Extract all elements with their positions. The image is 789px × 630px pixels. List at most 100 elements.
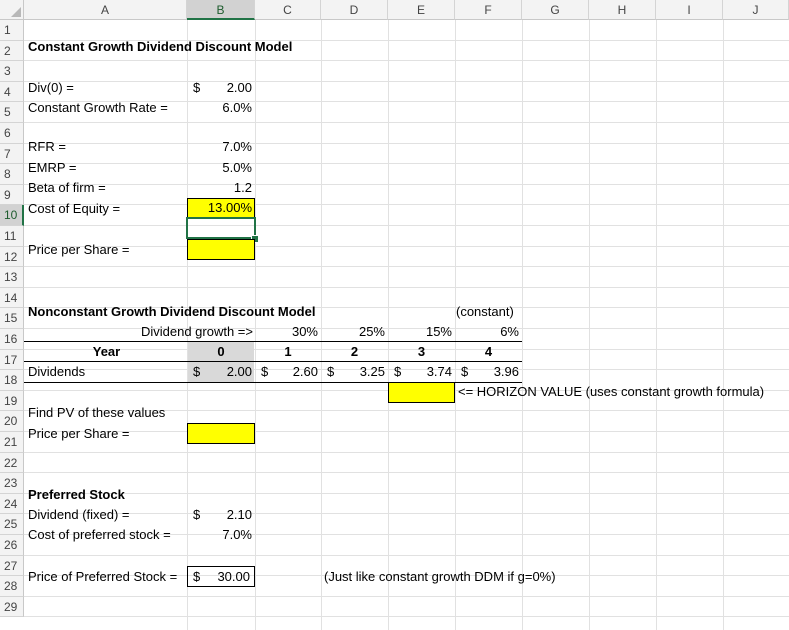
gridline	[255, 20, 256, 630]
pref-div-label[interactable]: Dividend (fixed) =	[28, 505, 130, 525]
constant-note[interactable]: (constant)	[456, 302, 514, 322]
row-header-29[interactable]: 29	[0, 596, 24, 618]
row-header-26[interactable]: 26	[0, 535, 24, 556]
dividend-growth-label[interactable]: Dividend growth =>	[60, 322, 253, 342]
row-header-2[interactable]: 2	[0, 40, 24, 62]
row-header-24[interactable]: 24	[0, 493, 24, 515]
pref-price-label[interactable]: Price of Preferred Stock =	[28, 567, 177, 587]
beta-label[interactable]: Beta of firm =	[28, 178, 106, 198]
nonconstant-title[interactable]: Nonconstant Growth Dividend Discount Mod…	[28, 302, 315, 322]
growth-rate-d[interactable]: 25%	[324, 322, 385, 342]
gridline	[24, 183, 789, 185]
beta-value[interactable]: 1.2	[200, 178, 252, 198]
row-header-13[interactable]: 13	[0, 267, 24, 288]
gridline	[388, 20, 389, 630]
price-per-share-cell-2[interactable]	[187, 423, 255, 444]
column-header-j[interactable]: J	[723, 0, 789, 20]
year-3[interactable]: 3	[388, 342, 455, 362]
dividend-2[interactable]: 3.25	[347, 362, 385, 382]
row-header-15[interactable]: 15	[0, 308, 24, 329]
growth-rate-c[interactable]: 30%	[258, 322, 318, 342]
row-header-5[interactable]: 5	[0, 102, 24, 123]
gridline	[24, 204, 789, 206]
year-1[interactable]: 1	[255, 342, 321, 362]
dividend-1[interactable]: 2.60	[280, 362, 318, 382]
div0-value[interactable]: 2.00	[216, 78, 252, 98]
row-header-21[interactable]: 21	[0, 432, 24, 453]
gridline	[522, 20, 523, 630]
gridline	[24, 451, 789, 453]
row-header-19[interactable]: 19	[0, 390, 24, 412]
gridline	[24, 472, 789, 474]
pref-cost-value[interactable]: 7.0%	[200, 525, 252, 545]
dividend-4[interactable]: 3.96	[481, 362, 519, 382]
growth-value[interactable]: 6.0%	[200, 98, 252, 118]
column-header-h[interactable]: H	[589, 0, 656, 20]
row-header-8[interactable]: 8	[0, 164, 24, 185]
active-cell-b10[interactable]	[186, 217, 256, 239]
year-label[interactable]: Year	[28, 342, 185, 362]
dividend-0[interactable]: 2.00	[216, 362, 252, 382]
row-header-1[interactable]: 1	[0, 20, 24, 41]
row-header-12[interactable]: 12	[0, 246, 24, 268]
emrp-value[interactable]: 5.0%	[200, 158, 252, 178]
find-pv-label[interactable]: Find PV of these values	[28, 403, 165, 423]
dividends-label[interactable]: Dividends	[28, 362, 85, 382]
year-0[interactable]: 0	[187, 342, 255, 362]
pref-note[interactable]: (Just like constant growth DDM if g=0%)	[324, 567, 556, 587]
horizon-note[interactable]: <= HORIZON VALUE (uses constant growth f…	[458, 382, 764, 402]
spreadsheet-grid[interactable]: A B C D E F G H I J 1 2 3 4 5 6 7 8 9 10 11 12 13 14 1…	[0, 0, 789, 630]
gridline	[24, 554, 789, 556]
horizon-value-cell[interactable]	[388, 382, 455, 403]
column-header-d[interactable]: D	[321, 0, 388, 20]
row-header-20[interactable]: 20	[0, 411, 24, 432]
row-header-17[interactable]: 17	[0, 349, 24, 371]
pref-cost-label[interactable]: Cost of preferred stock =	[28, 525, 171, 545]
coe-label[interactable]: Cost of Equity =	[28, 199, 120, 219]
growth-rate-e[interactable]: 15%	[391, 322, 452, 342]
pref-price-value[interactable]: 30.00	[210, 567, 250, 587]
gridline	[24, 616, 789, 618]
column-header-e[interactable]: E	[388, 0, 455, 20]
row-header-9[interactable]: 9	[0, 184, 24, 206]
row-header-22[interactable]: 22	[0, 452, 24, 474]
column-header-f[interactable]: F	[455, 0, 522, 20]
row-header-14[interactable]: 14	[0, 287, 24, 309]
row-header-18[interactable]: 18	[0, 370, 24, 391]
row-header-7[interactable]: 7	[0, 143, 24, 165]
row-header-25[interactable]: 25	[0, 514, 24, 535]
price-label-2[interactable]: Price per Share =	[28, 424, 130, 444]
row-header-16[interactable]: 16	[0, 329, 24, 350]
coe-value[interactable]: 13.00%	[190, 198, 252, 218]
column-header-g[interactable]: G	[522, 0, 589, 20]
row-header-4[interactable]: 4	[0, 81, 24, 103]
growth-label[interactable]: Constant Growth Rate =	[28, 98, 168, 118]
emrp-label[interactable]: EMRP =	[28, 158, 77, 178]
column-header-a[interactable]: A	[24, 0, 187, 20]
row-header-27[interactable]: 27	[0, 555, 24, 577]
year-4[interactable]: 4	[455, 342, 522, 362]
price-per-share-cell[interactable]	[187, 239, 255, 260]
row-header-6[interactable]: 6	[0, 123, 24, 144]
row-header-23[interactable]: 23	[0, 473, 24, 494]
rfr-value[interactable]: 7.0%	[200, 137, 252, 157]
dividend-3[interactable]: 3.74	[414, 362, 452, 382]
row-header-3[interactable]: 3	[0, 61, 24, 82]
gridline	[24, 245, 789, 247]
row-header-10[interactable]: 10	[0, 205, 24, 226]
div0-label[interactable]: Div(0) =	[28, 78, 74, 98]
price-label[interactable]: Price per Share =	[28, 240, 130, 260]
pref-div-value[interactable]: 2.10	[216, 505, 252, 525]
growth-rate-f[interactable]: 6%	[458, 322, 519, 342]
column-header-i[interactable]: I	[656, 0, 723, 20]
row-header-11[interactable]: 11	[0, 226, 24, 247]
model-title[interactable]: Constant Growth Dividend Discount Model	[28, 37, 292, 57]
pref-div-currency: $	[193, 507, 201, 522]
year-2[interactable]: 2	[321, 342, 388, 362]
select-all-corner[interactable]	[0, 0, 24, 20]
row-header-28[interactable]: 28	[0, 576, 24, 597]
column-header-b[interactable]: B	[187, 0, 255, 20]
preferred-title[interactable]: Preferred Stock	[28, 485, 125, 505]
rfr-label[interactable]: RFR =	[28, 137, 66, 157]
column-header-c[interactable]: C	[255, 0, 321, 20]
